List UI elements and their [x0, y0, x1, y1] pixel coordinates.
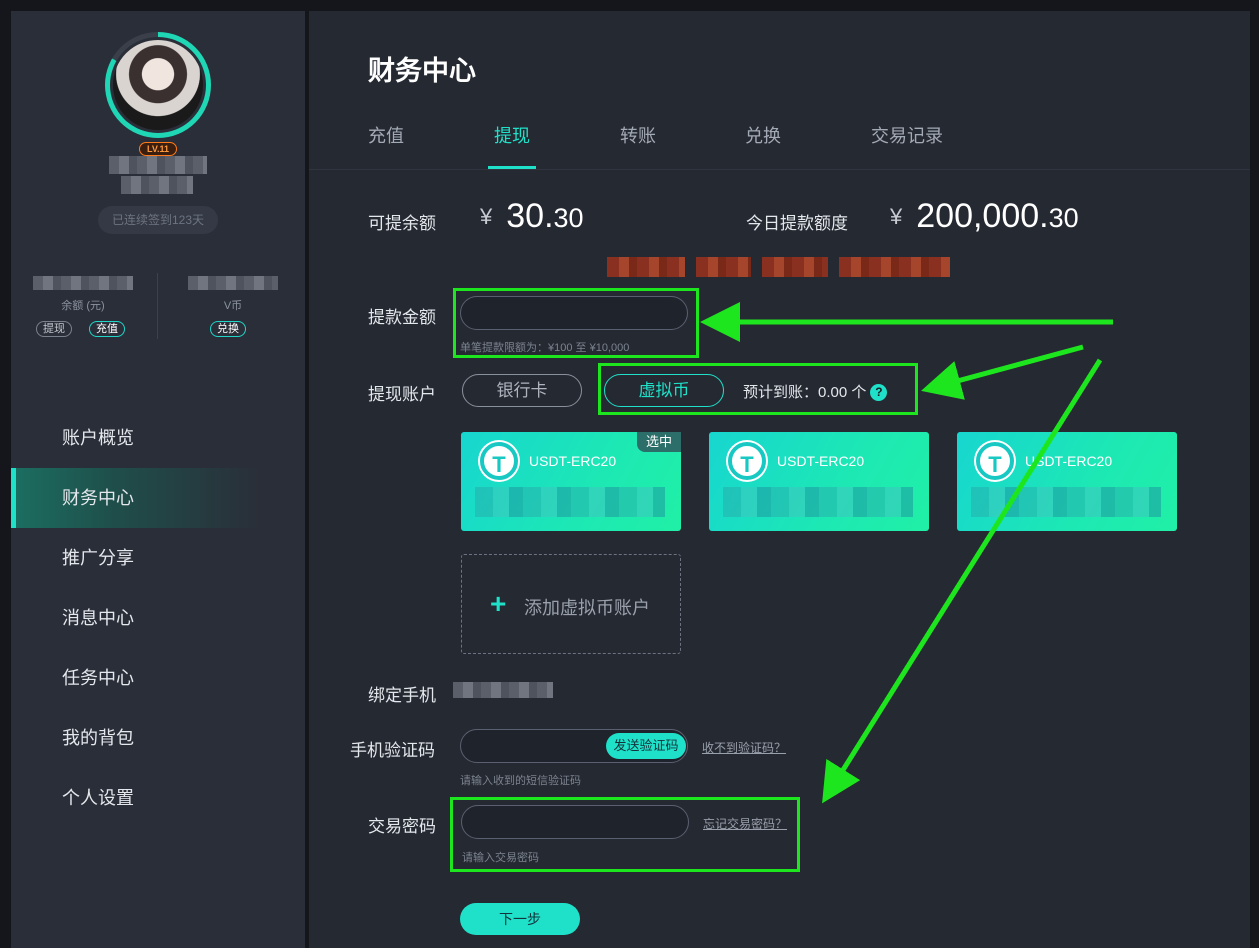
arrow-to-account: [921, 344, 1084, 400]
arrow-to-password: [822, 358, 1103, 804]
annotation-arrows: [700, 302, 1113, 804]
